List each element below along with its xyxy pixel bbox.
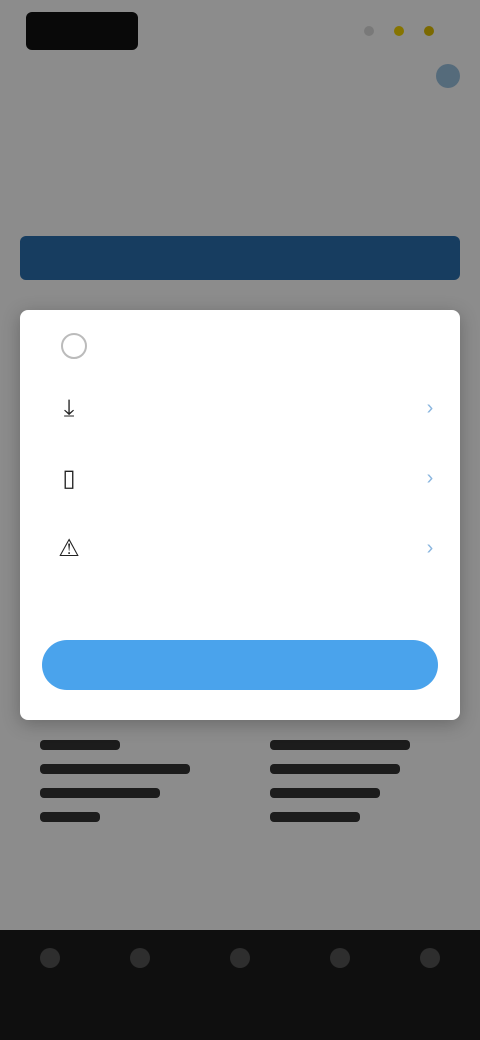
modal-option[interactable]: ⚠ › — [44, 522, 444, 580]
modal-option[interactable]: ⤓ › — [44, 382, 444, 440]
warning-icon: ⚠ — [58, 535, 80, 562]
modal-option[interactable]: ▯ › — [44, 452, 444, 510]
chevron-right-icon: › — [426, 467, 434, 489]
document-icon: ▯ — [62, 465, 76, 492]
modal-dialog: ⤓ › ▯ › ⚠ › — [20, 310, 460, 720]
chevron-right-icon: › — [426, 397, 434, 419]
modal-confirm-button[interactable] — [42, 640, 438, 690]
chevron-right-icon: › — [426, 537, 434, 559]
info-icon — [60, 332, 88, 360]
download-icon: ⤓ — [63, 395, 75, 422]
